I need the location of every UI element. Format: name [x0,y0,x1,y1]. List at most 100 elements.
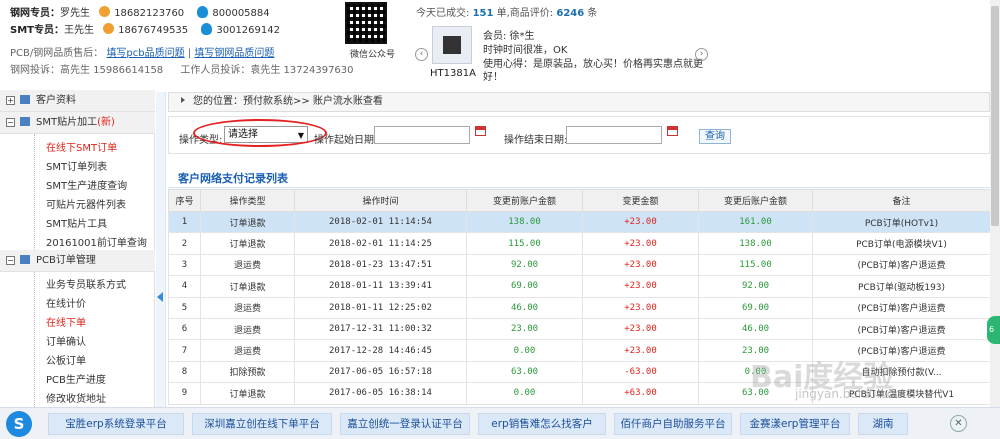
qr-label: 微信公众号 [350,50,396,60]
sidebar-item-pcb-order[interactable]: 在线下单 [46,314,86,329]
filter-bar: 操作类型: 请选择 ▼ 操作起始日期: 操作结束日期: 查询 [168,116,990,154]
cell-before: 69.00 [466,275,583,298]
bottom-link[interactable]: 嘉立创统一登录认证平台 [340,413,470,435]
bottom-link[interactable]: 金赛漾erp管理平台 [740,413,850,435]
bottom-link[interactable]: 深圳嘉立创在线下单平台 [192,413,332,435]
start-date-input[interactable] [374,126,470,144]
review-line1: 时钟时间很准，OK [483,45,568,56]
smt-rep-label: SMT专员： [10,25,64,36]
table-row[interactable]: 5 退运费 2018-01-11 12:25:02 46.00 +23.00 69.00(… [168,296,991,319]
sidebar-cat-pcb[interactable]: − PCB订单管理 [0,250,155,272]
sidebar-item-pcb-progress[interactable]: PCB生产进度 [46,371,106,386]
sidebar-cat-customer[interactable]: + 客户资料 [0,90,155,112]
calendar-icon[interactable] [667,126,678,136]
sogou-logo-icon[interactable]: S [6,411,32,437]
sidebar-item-pcb-address[interactable]: 修改收货地址 [46,390,106,405]
calendar-icon[interactable] [475,126,486,136]
col-header-note: 备注 [812,189,991,212]
vertical-scrollbar[interactable] [990,0,1000,439]
col-header-before: 变更前账户金额 [466,189,583,212]
col-header-time: 操作时间 [294,189,467,212]
cell-time: 2017-06-05 16:57:18 [294,360,467,384]
cell-before: 23.00 [466,317,583,341]
sidebar-item-pcb-contacts[interactable]: 业务专员联系方式 [46,276,126,291]
table-row[interactable]: 2 订单退款 2018-02-01 11:14:25 115.00 +23.00 138.… [168,232,991,255]
cell-before: 63.00 [466,360,583,384]
table-row[interactable]: 1 订单退款 2018-02-01 11:14:54 138.00 +23.00 161.… [168,210,991,234]
side-float-badge[interactable]: 6 [987,316,1000,344]
cell-time: 2017-12-31 11:00:32 [294,317,467,341]
steel-rep-phone: 18682123760 [114,8,185,19]
cell-note: (PCB订单)客户退运费 [812,296,991,319]
cell-index: 3 [168,253,201,277]
bottom-link[interactable]: 湖南 [858,413,908,435]
folder-icon [20,117,30,126]
steel-quality-link[interactable]: 填写钢网品质问题 [194,48,274,59]
cell-time: 2018-01-11 13:39:41 [294,275,467,298]
collapse-arrow-icon [157,292,163,302]
expand-icon: + [6,96,15,105]
smt-rep-qq[interactable]: 3001269142 [216,25,280,36]
product-thumbnail[interactable] [432,26,472,64]
end-date-label: 操作结束日期: [504,135,568,146]
today-mid: 单,商品评价: [496,8,554,19]
cell-type: 订单退款 [200,382,295,405]
today-count: 151 [472,8,494,19]
close-icon[interactable]: ✕ [950,415,967,432]
cell-change: +23.00 [582,317,699,341]
new-badge: (新) [97,117,115,128]
query-button[interactable]: 查询 [699,129,731,144]
bottom-link[interactable]: 宝胜erp系统登录平台 [48,413,184,435]
sidebar-cat-label: 客户资料 [36,95,76,106]
cell-after: 69.00 [698,296,813,319]
header: 钢网专员：罗先生 18682123760 800005884 SMT专员：王先生… [0,0,1000,90]
review-line3: 好！ [483,72,503,83]
annotation-ellipse [193,119,327,147]
table-row[interactable]: 4 订单退款 2018-01-11 13:39:41 69.00 +23.00 92.00… [168,275,991,298]
cell-time: 2018-01-23 13:47:51 [294,253,467,277]
breadcrumb: 您的位置：预付款系统>> 账户流水账查看 [168,92,990,112]
cell-type: 退运费 [200,317,295,341]
sidebar-item-pcb-confirm[interactable]: 订单确认 [46,333,86,348]
today-stats: 今天已成交: 151 单,商品评价: 6246 条 [416,4,597,19]
scrollbar-thumb[interactable] [991,6,999,226]
phone-icon [103,23,115,34]
steel-rep-qq[interactable]: 800005884 [212,8,269,19]
end-date-input[interactable] [566,126,662,144]
sidebar-item-smt-components[interactable]: 可贴片元器件列表 [46,196,126,211]
carousel-prev-icon[interactable]: ‹ [415,48,428,61]
pcb-quality-link[interactable]: 填写pcb品质问题 [106,48,184,59]
sidebar-item-pcb-quote[interactable]: 在线计价 [46,295,86,310]
table-row[interactable]: 6 退运费 2017-12-31 11:00:32 23.00 +23.00 46.00(… [168,317,991,341]
sidebar-collapse-toggle[interactable] [156,92,166,407]
bottom-link[interactable]: erp销售难怎么找客户 [478,413,606,435]
cell-after: 138.00 [698,232,813,255]
folder-icon [20,95,30,104]
bottom-link[interactable]: 佰仟商户自助服务平台 [614,413,732,435]
staff-complaint: 工作人员投诉：袁先生 13724397630 [180,65,354,76]
cell-index: 9 [168,382,201,405]
sidebar-item-smt-progress[interactable]: SMT生产进度查询 [46,177,127,192]
qq-icon [201,23,213,35]
cell-before: 0.00 [466,382,583,405]
sidebar-cat-label: SMT贴片加工 [36,117,98,128]
cell-index: 1 [168,210,201,234]
sidebar-item-smt-list[interactable]: SMT订单列表 [46,158,107,173]
cell-time: 2018-01-11 12:25:02 [294,296,467,319]
sidebar-cat-smt[interactable]: − SMT贴片加工(新) [0,112,155,134]
product-name[interactable]: HT1381A [430,68,476,79]
cell-index: 7 [168,339,201,362]
complaint-row: 钢网投诉：高先生 15986614158 工作人员投诉：袁先生 13724397… [10,61,354,76]
sidebar-item-pcb-public[interactable]: 公板订单 [46,352,86,367]
cell-type: 退运费 [200,296,295,319]
sidebar-item-smt-tools[interactable]: SMT贴片工具 [46,215,107,230]
carousel-next-icon[interactable]: › [695,48,708,61]
sidebar-item-smt-old-orders[interactable]: 20161001前订单查询 [46,234,147,249]
collapse-icon: − [6,118,15,127]
breadcrumb-arrow-icon [181,97,185,103]
table-row[interactable]: 3 退运费 2018-01-23 13:47:51 92.00 +23.00 115.00… [168,253,991,277]
breadcrumb-prefix: 您的位置： [193,96,243,107]
sidebar-cat-label: PCB订单管理 [36,255,96,266]
cell-after: 46.00 [698,317,813,341]
sidebar-item-smt-order[interactable]: 在线下SMT订单 [46,139,117,154]
